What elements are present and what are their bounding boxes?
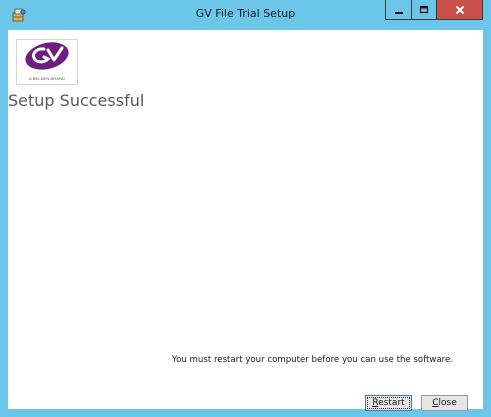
close-label: lose xyxy=(438,398,457,408)
setup-content: A BELDEN BRAND Setup Successful You must… xyxy=(8,30,483,411)
close-button[interactable]: Close xyxy=(421,395,468,411)
maximize-button[interactable] xyxy=(411,0,437,20)
restart-button[interactable]: Restart xyxy=(365,395,412,411)
logo-tagline: A BELDEN BRAND xyxy=(28,76,66,81)
restart-label: estart xyxy=(378,398,405,408)
close-icon xyxy=(455,0,465,19)
minimize-button[interactable] xyxy=(385,0,411,20)
setup-window: GV File Trial Setup A BELDEN BRAND Setup… xyxy=(0,0,491,417)
gv-logo: A BELDEN BRAND xyxy=(16,39,78,85)
maximize-icon xyxy=(419,0,429,19)
minimize-icon xyxy=(394,0,404,19)
page-title: Setup Successful xyxy=(8,91,145,110)
title-bar[interactable]: GV File Trial Setup xyxy=(0,0,491,30)
restart-message: You must restart your computer before yo… xyxy=(172,355,454,365)
window-controls xyxy=(385,0,483,20)
close-window-button[interactable] xyxy=(437,0,483,20)
gv-logo-mark xyxy=(25,42,69,70)
